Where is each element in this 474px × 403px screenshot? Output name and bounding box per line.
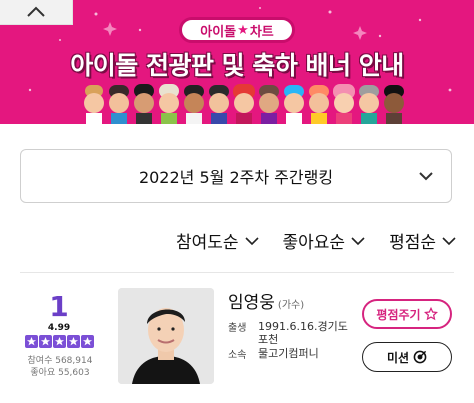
badge-text-left: 아이돌	[200, 24, 237, 40]
banner-title: 아이돌 전광판 및 축하 배너 안내	[70, 51, 404, 80]
sort-rating[interactable]: 평점순	[389, 228, 456, 253]
chevron-down-icon	[442, 236, 456, 245]
rating-score: 4.99	[47, 323, 71, 333]
chevron-down-icon	[419, 172, 433, 181]
artist-portrait	[118, 288, 214, 384]
chevron-down-icon	[244, 236, 259, 245]
idol-chart-badge: 아이돌 ★ 차트	[179, 17, 295, 43]
star-icon: ★	[237, 22, 249, 38]
rate-button-label: 평점주기	[376, 307, 421, 322]
agency-value: 물고기컴퍼니	[258, 347, 319, 360]
artist-role: (가수)	[277, 300, 305, 311]
week-ranking-label: 2022년 5월 2주차 주간랭킹	[138, 168, 334, 187]
artist-name-line: 임영웅 (가수)	[228, 288, 304, 313]
sort-label: 참여도순	[175, 233, 239, 253]
collapse-banner-button[interactable]	[0, 0, 73, 25]
star-icon	[66, 335, 80, 348]
birth-label: 출생	[228, 323, 247, 334]
star-icon	[52, 335, 66, 348]
sort-label: 좋아요순	[282, 233, 346, 253]
week-ranking-dropdown[interactable]: 2022년 5월 2주차 주간랭킹	[20, 149, 452, 203]
artist-name[interactable]: 임영웅	[228, 293, 275, 313]
sort-likes[interactable]: 좋아요순	[283, 228, 366, 253]
star-outline-icon	[423, 307, 438, 321]
chevron-down-icon	[351, 236, 365, 245]
divider	[20, 272, 454, 273]
star-icon	[80, 335, 94, 348]
rate-button[interactable]: 평점주기	[362, 299, 452, 329]
sort-options: 참여도순 좋아요순 평점순	[176, 228, 456, 253]
idol-faces-illustration	[84, 84, 404, 124]
rating-stars	[22, 335, 96, 348]
badge-text-right: 차트	[249, 24, 274, 40]
sort-label: 평점순	[389, 233, 436, 253]
chevron-up-icon	[27, 6, 45, 17]
agency-label: 소속	[228, 350, 247, 361]
star-icon	[24, 335, 38, 348]
artist-photo[interactable]	[118, 288, 214, 384]
sort-participation[interactable]: 참여도순	[176, 228, 259, 253]
target-icon	[413, 350, 427, 364]
mission-button[interactable]: 미션	[362, 342, 452, 372]
rank-number: 1	[49, 290, 69, 323]
likes-count: 좋아요 55,603	[30, 368, 90, 378]
star-icon	[38, 335, 52, 348]
mission-button-label: 미션	[386, 350, 410, 365]
